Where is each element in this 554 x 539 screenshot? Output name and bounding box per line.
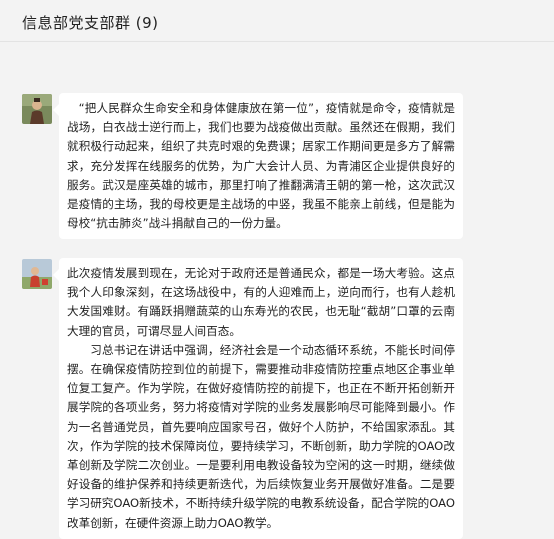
chat-title: 信息部党支部群 (9) [22,14,159,32]
message-bubble[interactable]: 此次疫情发展到现在，无论对于政府还是普通民众，都是一场大考验。这点我个人印象深刻… [53,258,463,539]
user-avatar[interactable] [22,259,52,289]
user-avatar-photo-icon [22,94,52,124]
message-bubble[interactable]: “把人民群众生命安全和身体健康放在第一位”，疫情就是命令，疫情就是战场，白衣战士… [53,93,463,240]
user-avatar[interactable] [22,94,52,124]
user-avatar-photo-icon [22,259,52,289]
message-text: 此次疫情发展到现在，无论对于政府还是普通民众，都是一场大考验。这点我个人印象深刻… [67,266,455,338]
message-text: 习总书记在讲话中强调，经济社会是一个动态循环系统，不能长时间停摆。在确保疫情防控… [67,342,455,530]
message-text: “把人民群众生命安全和身体健康放在第一位”，疫情就是命令，疫情就是战场，白衣战士… [67,101,455,231]
chat-header: 信息部党支部群 (9) [0,0,554,42]
